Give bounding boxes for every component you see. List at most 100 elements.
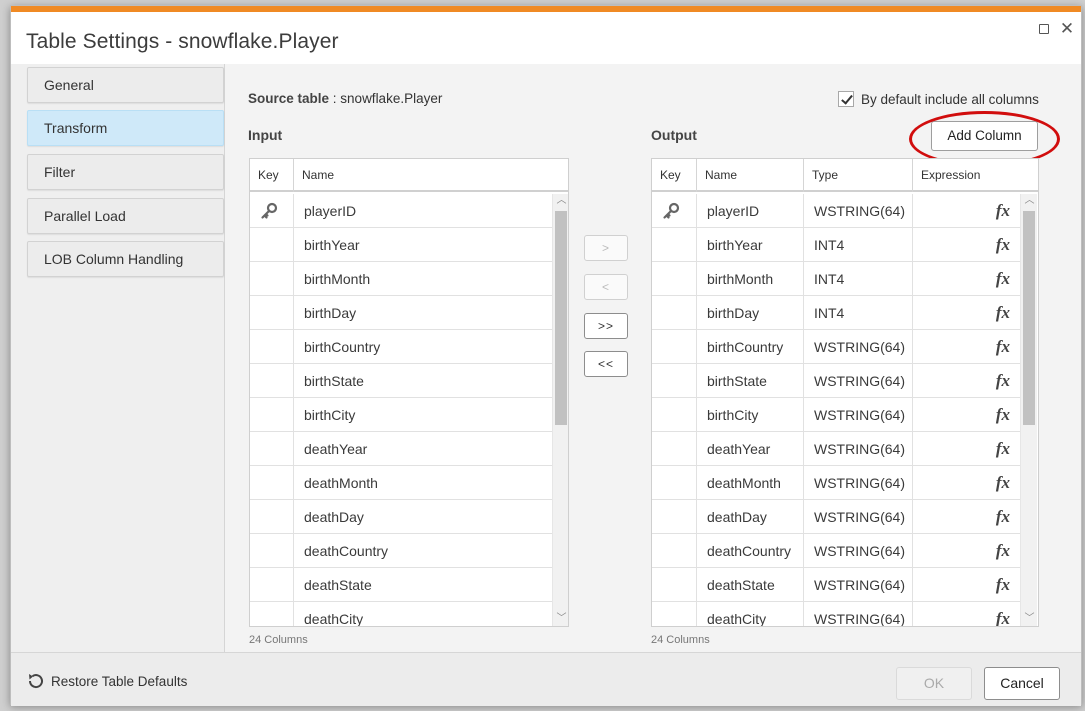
input-table-row[interactable]: birthCountry	[250, 330, 552, 364]
output-name-cell[interactable]: playerID	[697, 194, 804, 228]
expression-builder-icon[interactable]: fx	[996, 602, 1010, 626]
expression-builder-icon[interactable]: fx	[996, 534, 1010, 568]
output-scrollbar[interactable]: ︿ ﹀	[1020, 194, 1037, 626]
key-icon	[261, 202, 278, 219]
output-table-row[interactable]: deathCountry WSTRING(64) fx	[652, 534, 1020, 568]
output-header-expression[interactable]: Expression	[913, 159, 1038, 192]
output-name-cell[interactable]: deathState	[697, 568, 804, 602]
output-table-row[interactable]: deathCity WSTRING(64) fx	[652, 602, 1020, 626]
expression-builder-icon[interactable]: fx	[996, 500, 1010, 534]
input-key-cell	[250, 296, 294, 330]
output-type-cell[interactable]: INT4	[804, 262, 913, 296]
output-name-cell[interactable]: birthCountry	[697, 330, 804, 364]
output-type-cell[interactable]: WSTRING(64)	[804, 602, 913, 626]
output-type-cell[interactable]: WSTRING(64)	[804, 398, 913, 432]
output-type-cell[interactable]: WSTRING(64)	[804, 568, 913, 602]
ok-button[interactable]: OK	[896, 667, 972, 700]
output-scroll-thumb[interactable]	[1023, 211, 1035, 425]
input-table-row[interactable]: deathYear	[250, 432, 552, 466]
output-table-row[interactable]: birthMonth INT4 fx	[652, 262, 1020, 296]
output-table-row[interactable]: birthCity WSTRING(64) fx	[652, 398, 1020, 432]
move-left-button[interactable]: <	[584, 274, 628, 300]
output-type-cell[interactable]: WSTRING(64)	[804, 194, 913, 228]
output-type-cell[interactable]: INT4	[804, 296, 913, 330]
output-name-cell[interactable]: birthCity	[697, 398, 804, 432]
output-table-row[interactable]: birthState WSTRING(64) fx	[652, 364, 1020, 398]
input-table-row[interactable]: birthState	[250, 364, 552, 398]
scroll-up-icon[interactable]: ︿	[553, 194, 568, 208]
output-type-cell[interactable]: INT4	[804, 228, 913, 262]
close-icon[interactable]: ✕	[1058, 20, 1076, 38]
move-all-right-button[interactable]: >>	[584, 313, 628, 339]
expression-builder-icon[interactable]: fx	[996, 398, 1010, 432]
output-table-row[interactable]: birthYear INT4 fx	[652, 228, 1020, 262]
add-column-button[interactable]: Add Column	[931, 121, 1038, 151]
output-type-cell[interactable]: WSTRING(64)	[804, 500, 913, 534]
output-table-row[interactable]: birthDay INT4 fx	[652, 296, 1020, 330]
input-table-row[interactable]: birthCity	[250, 398, 552, 432]
cancel-button[interactable]: Cancel	[984, 667, 1060, 700]
output-name-cell[interactable]: birthDay	[697, 296, 804, 330]
scroll-down-icon[interactable]: ﹀	[553, 612, 568, 626]
output-table-row[interactable]: deathState WSTRING(64) fx	[652, 568, 1020, 602]
expression-builder-icon[interactable]: fx	[996, 364, 1010, 398]
input-table-row[interactable]: birthMonth	[250, 262, 552, 296]
input-table-row[interactable]: deathDay	[250, 500, 552, 534]
output-type-cell[interactable]: WSTRING(64)	[804, 534, 913, 568]
output-name-cell[interactable]: deathCity	[697, 602, 804, 626]
input-table-row[interactable]: birthDay	[250, 296, 552, 330]
sidebar-item-filter[interactable]: Filter	[27, 154, 224, 190]
output-header-type[interactable]: Type	[804, 159, 913, 192]
move-all-left-button[interactable]: <<	[584, 351, 628, 377]
output-type-cell[interactable]: WSTRING(64)	[804, 330, 913, 364]
output-key-cell	[652, 500, 697, 534]
output-name-cell[interactable]: deathCountry	[697, 534, 804, 568]
move-right-button[interactable]: >	[584, 235, 628, 261]
output-name-cell[interactable]: deathMonth	[697, 466, 804, 500]
input-table-row[interactable]: deathCity	[250, 602, 552, 626]
default-include-checkbox[interactable]	[838, 91, 854, 107]
maximize-icon[interactable]	[1035, 20, 1053, 38]
input-header-name[interactable]: Name	[294, 159, 568, 192]
expression-builder-icon[interactable]: fx	[996, 466, 1010, 500]
restore-defaults-link[interactable]: Restore Table Defaults	[26, 671, 187, 691]
input-table-row[interactable]: deathState	[250, 568, 552, 602]
input-table-row[interactable]: birthYear	[250, 228, 552, 262]
output-table-row[interactable]: deathMonth WSTRING(64) fx	[652, 466, 1020, 500]
output-name-cell[interactable]: birthYear	[697, 228, 804, 262]
sidebar-item-general[interactable]: General	[27, 67, 224, 103]
output-table-row[interactable]: playerID WSTRING(64) fx	[652, 194, 1020, 228]
output-name-cell[interactable]: birthState	[697, 364, 804, 398]
output-name-cell[interactable]: deathDay	[697, 500, 804, 534]
scroll-up-icon[interactable]: ︿	[1021, 194, 1038, 208]
output-table-row[interactable]: deathYear WSTRING(64) fx	[652, 432, 1020, 466]
output-name-cell[interactable]: birthMonth	[697, 262, 804, 296]
expression-builder-icon[interactable]: fx	[996, 262, 1010, 296]
expression-builder-icon[interactable]: fx	[996, 228, 1010, 262]
expression-builder-icon[interactable]: fx	[996, 432, 1010, 466]
expression-builder-icon[interactable]: fx	[996, 296, 1010, 330]
input-key-cell	[250, 534, 294, 568]
output-table-row[interactable]: birthCountry WSTRING(64) fx	[652, 330, 1020, 364]
output-table-row[interactable]: deathDay WSTRING(64) fx	[652, 500, 1020, 534]
input-table-row[interactable]: deathCountry	[250, 534, 552, 568]
expression-builder-icon[interactable]: fx	[996, 330, 1010, 364]
output-type-cell[interactable]: WSTRING(64)	[804, 466, 913, 500]
expression-builder-icon[interactable]: fx	[996, 194, 1010, 228]
output-header-name[interactable]: Name	[697, 159, 804, 192]
input-scrollbar[interactable]: ︿ ﹀	[552, 194, 568, 626]
default-include-option[interactable]: By default include all columns	[838, 91, 1039, 107]
sidebar-item-parallel-load[interactable]: Parallel Load	[27, 198, 224, 234]
sidebar-item-transform[interactable]: Transform	[27, 110, 224, 146]
output-header-key[interactable]: Key	[652, 159, 697, 192]
scroll-down-icon[interactable]: ﹀	[1021, 612, 1038, 626]
input-scroll-thumb[interactable]	[555, 211, 567, 425]
input-header-key[interactable]: Key	[250, 159, 294, 192]
output-type-cell[interactable]: WSTRING(64)	[804, 364, 913, 398]
expression-builder-icon[interactable]: fx	[996, 568, 1010, 602]
input-table-row[interactable]: playerID	[250, 194, 552, 228]
input-table-row[interactable]: deathMonth	[250, 466, 552, 500]
output-type-cell[interactable]: WSTRING(64)	[804, 432, 913, 466]
sidebar-item-lob-column-handling[interactable]: LOB Column Handling	[27, 241, 224, 277]
output-name-cell[interactable]: deathYear	[697, 432, 804, 466]
